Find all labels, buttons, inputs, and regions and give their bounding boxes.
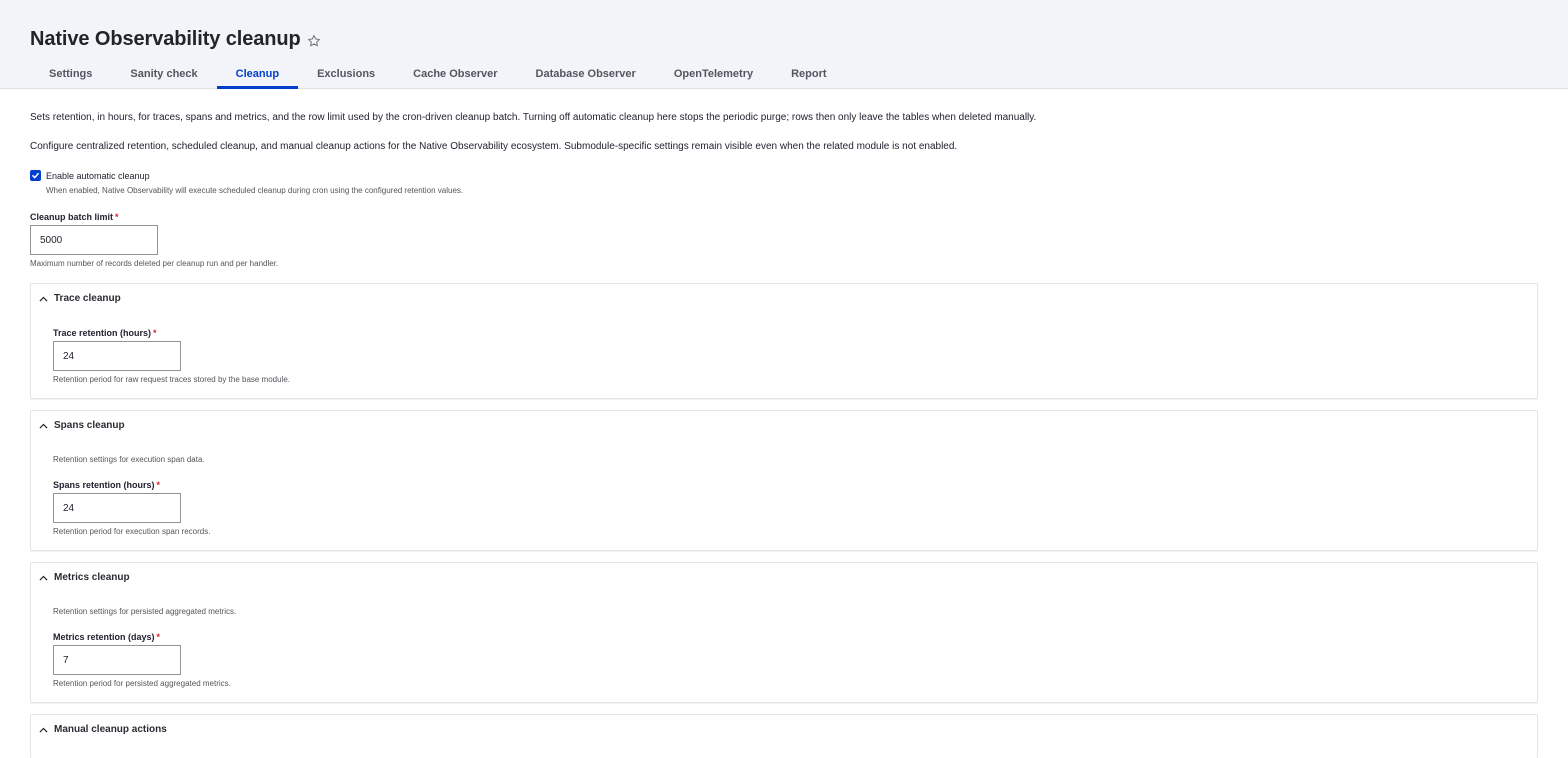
chevron-up-icon xyxy=(39,727,48,733)
spans-retention-description: Retention period for execution span reco… xyxy=(53,527,211,536)
manual-cleanup-toggle[interactable]: Manual cleanup actions xyxy=(39,724,167,735)
required-marker: * xyxy=(153,328,157,338)
page-title: Native Observability cleanup xyxy=(30,28,301,50)
metrics-cleanup-legend: Metrics cleanup xyxy=(54,572,130,583)
batch-limit-input[interactable] xyxy=(30,225,158,255)
required-marker: * xyxy=(156,632,161,642)
metrics-cleanup-toggle[interactable]: Metrics cleanup xyxy=(39,572,130,583)
trace-retention-label-text: Trace retention (hours) xyxy=(53,328,152,338)
metrics-cleanup-intro: Retention settings for persisted aggrega… xyxy=(53,607,237,616)
checkmark-icon xyxy=(32,172,39,179)
trace-cleanup-fieldset: Trace cleanup Trace retention (hours)* R… xyxy=(30,283,1538,399)
intro-text-2: Configure centralized retention, schedul… xyxy=(30,141,958,152)
tab-sanity-check[interactable]: Sanity check xyxy=(111,59,216,89)
metrics-retention-description: Retention period for persisted aggregate… xyxy=(53,679,231,688)
tab-database-observer[interactable]: Database Observer xyxy=(517,59,655,89)
manual-cleanup-fieldset: Manual cleanup actions xyxy=(30,714,1538,758)
tab-settings[interactable]: Settings xyxy=(30,59,111,89)
primary-tabs: Settings Sanity check Cleanup Exclusions… xyxy=(30,59,846,89)
batch-limit-label: Cleanup batch limit * xyxy=(30,212,119,222)
tab-cleanup[interactable]: Cleanup xyxy=(216,59,299,89)
page-header: Native Observability cleanup Settings Sa… xyxy=(0,0,1568,89)
tab-report[interactable]: Report xyxy=(772,59,845,89)
intro-text-1: Sets retention, in hours, for traces, sp… xyxy=(30,112,1037,123)
metrics-cleanup-fieldset: Metrics cleanup Retention settings for p… xyxy=(30,562,1538,703)
required-marker: * xyxy=(156,480,161,490)
trace-retention-label: Trace retention (hours) * xyxy=(53,328,157,338)
spans-cleanup-intro: Retention settings for execution span da… xyxy=(53,455,205,464)
trace-cleanup-toggle[interactable]: Trace cleanup xyxy=(39,293,121,304)
tab-opentelemetry[interactable]: OpenTelemetry xyxy=(655,59,772,89)
tab-cache-observer[interactable]: Cache Observer xyxy=(394,59,516,89)
trace-cleanup-legend: Trace cleanup xyxy=(54,293,121,304)
trace-retention-input[interactable] xyxy=(53,341,181,371)
batch-limit-label-text: Cleanup batch limit xyxy=(30,212,114,222)
metrics-retention-label-text: Metrics retention (days) xyxy=(53,632,155,642)
spans-retention-input[interactable] xyxy=(53,493,181,523)
star-icon[interactable] xyxy=(307,34,321,48)
manual-cleanup-legend: Manual cleanup actions xyxy=(54,724,167,735)
metrics-retention-label: Metrics retention (days) * xyxy=(53,632,160,642)
batch-limit-description: Maximum number of records deleted per cl… xyxy=(30,259,279,268)
metrics-retention-input[interactable] xyxy=(53,645,181,675)
spans-retention-label: Spans retention (hours) * xyxy=(53,480,160,490)
trace-retention-description: Retention period for raw request traces … xyxy=(53,375,291,384)
spans-cleanup-legend: Spans cleanup xyxy=(54,420,125,431)
tab-exclusions[interactable]: Exclusions xyxy=(298,59,394,89)
auto-cleanup-row: Enable automatic cleanup xyxy=(30,170,150,181)
chevron-up-icon xyxy=(39,423,48,429)
required-marker: * xyxy=(115,212,119,222)
auto-cleanup-description: When enabled, Native Observability will … xyxy=(46,186,464,195)
title-row: Native Observability cleanup xyxy=(30,28,321,51)
auto-cleanup-label[interactable]: Enable automatic cleanup xyxy=(46,171,150,181)
auto-cleanup-checkbox[interactable] xyxy=(30,170,41,181)
spans-retention-label-text: Spans retention (hours) xyxy=(53,480,155,490)
spans-cleanup-fieldset: Spans cleanup Retention settings for exe… xyxy=(30,410,1538,551)
chevron-up-icon xyxy=(39,296,48,302)
chevron-up-icon xyxy=(39,575,48,581)
spans-cleanup-toggle[interactable]: Spans cleanup xyxy=(39,420,125,431)
